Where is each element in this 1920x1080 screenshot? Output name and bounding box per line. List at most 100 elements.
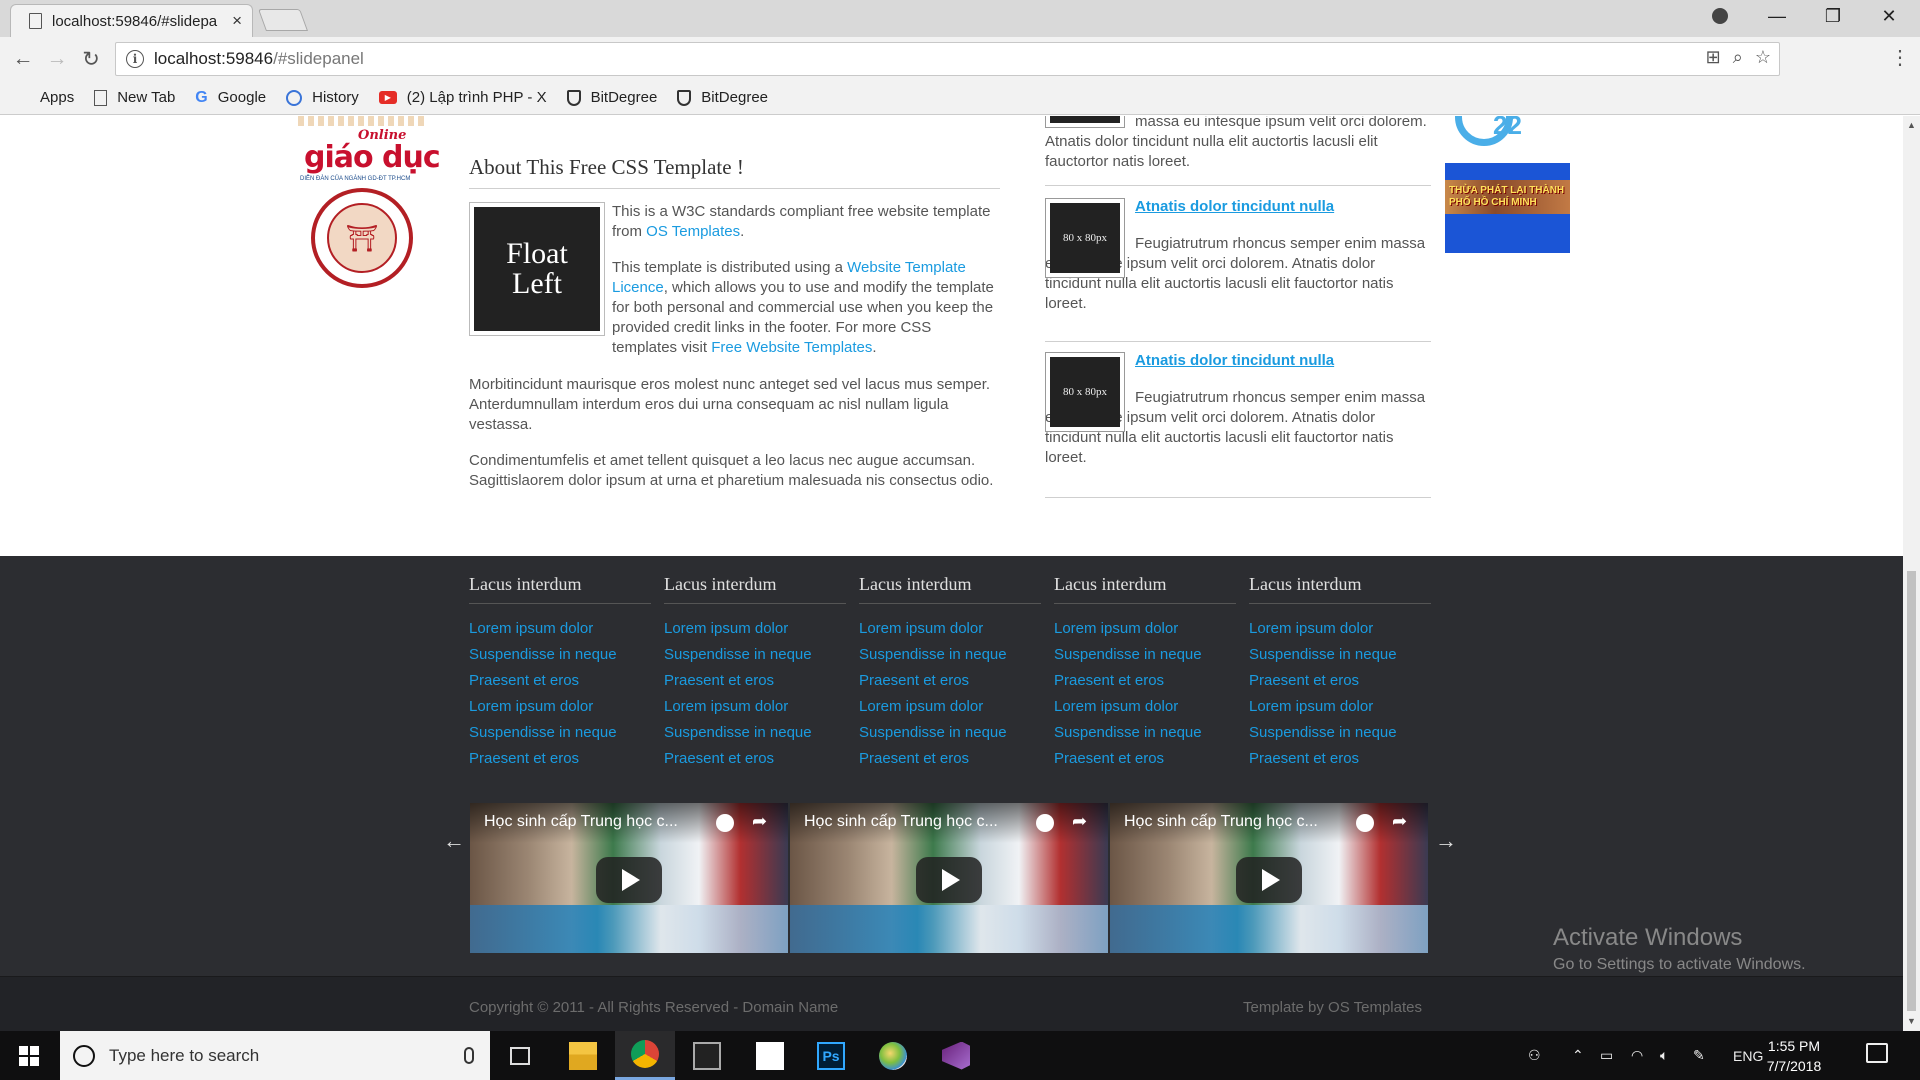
footer-link[interactable]: Praesent et eros	[664, 746, 846, 772]
bookmark-bitdegree-2[interactable]: BitDegree	[677, 89, 768, 106]
carousel-prev-arrow[interactable]: ←	[443, 828, 465, 854]
play-icon[interactable]	[916, 857, 982, 903]
scroll-down-icon[interactable]: ▼	[1907, 1016, 1916, 1026]
post-title-link[interactable]: Atnatis dolor tincidunt nulla	[1135, 198, 1334, 215]
task-view-button[interactable]	[490, 1031, 550, 1080]
footer-link[interactable]: Suspendisse in neque	[1054, 720, 1236, 746]
profile-icon[interactable]	[1692, 0, 1748, 32]
window-close-icon[interactable]: ✕	[1861, 0, 1917, 32]
journal-seal-logo[interactable]: ⛩	[311, 188, 413, 288]
footer-link[interactable]: Lorem ipsum dolor	[1249, 616, 1431, 642]
wifi-icon[interactable]: ◠	[1631, 1031, 1643, 1080]
post-thumbnail[interactable]: 80 x 80px	[1045, 352, 1125, 432]
tray-chevron-icon[interactable]: ⌃	[1572, 1031, 1584, 1080]
translate-icon[interactable]: ⊞	[1706, 47, 1721, 68]
paint-button[interactable]	[863, 1031, 923, 1080]
address-bar[interactable]: i localhost:59846 /#slidepanel ⊞ ⌕ ☆	[115, 42, 1780, 76]
footer-link[interactable]: Suspendisse in neque	[1249, 642, 1431, 668]
share-icon[interactable]: ➦	[752, 811, 767, 832]
footer-link[interactable]: Praesent et eros	[664, 668, 846, 694]
ad-banner[interactable]: THỪA PHÁT LẠI THÀNH PHỐ HỒ CHÍ MINH	[1445, 163, 1570, 253]
play-icon[interactable]	[596, 857, 662, 903]
video-title[interactable]: Học sinh cấp Trung học c...	[804, 813, 1024, 831]
watch-later-icon[interactable]	[1356, 814, 1374, 832]
footer-link[interactable]: Lorem ipsum dolor	[664, 616, 846, 642]
bookmark-youtube[interactable]: ▶ (2) Lập trình PHP - X	[378, 89, 547, 106]
footer-link[interactable]: Suspendisse in neque	[664, 642, 846, 668]
page-scrollbar[interactable]: ▲ ▼	[1903, 116, 1920, 1031]
bookmark-star-icon[interactable]: ☆	[1755, 47, 1771, 68]
footer-link[interactable]: Lorem ipsum dolor	[469, 694, 651, 720]
close-icon[interactable]: ×	[232, 11, 242, 31]
post-title-link[interactable]: Atnatis dolor tincidunt nulla	[1135, 352, 1334, 369]
footer-link[interactable]: Praesent et eros	[469, 668, 651, 694]
share-icon[interactable]: ➦	[1072, 811, 1087, 832]
bookmark-new-tab[interactable]: New Tab	[94, 89, 175, 106]
scroll-up-icon[interactable]: ▲	[1907, 120, 1916, 130]
footer-link[interactable]: Suspendisse in neque	[469, 720, 651, 746]
footer-link[interactable]: Praesent et eros	[859, 668, 1041, 694]
photoshop-button[interactable]: Ps	[801, 1031, 861, 1080]
post-thumbnail[interactable]: 80 x 80px	[1045, 198, 1125, 278]
bookmark-bitdegree-1[interactable]: BitDegree	[566, 89, 657, 106]
footer-link[interactable]: Suspendisse in neque	[1249, 720, 1431, 746]
bookmark-apps[interactable]: Apps	[14, 89, 74, 106]
footer-link[interactable]: Suspendisse in neque	[859, 642, 1041, 668]
forward-icon[interactable]: →	[42, 44, 72, 74]
footer-link[interactable]: Lorem ipsum dolor	[664, 694, 846, 720]
footer-link[interactable]: Lorem ipsum dolor	[469, 616, 651, 642]
browser-tab[interactable]: localhost:59846/#slidepa ×	[10, 4, 253, 37]
footer-link[interactable]: Suspendisse in neque	[859, 720, 1041, 746]
video-embed[interactable]: Học sinh cấp Trung học c... ➦	[790, 803, 1108, 953]
new-tab-button[interactable]	[257, 9, 309, 31]
taskbar-clock[interactable]: 1:55 PM 7/7/2018	[1755, 1036, 1833, 1076]
back-icon[interactable]: ←	[8, 44, 38, 74]
footer-link[interactable]: Praesent et eros	[1249, 668, 1431, 694]
battery-icon[interactable]: ▭	[1600, 1031, 1613, 1080]
footer-link[interactable]: Praesent et eros	[1054, 668, 1236, 694]
chrome-button[interactable]	[615, 1031, 675, 1080]
video-embed[interactable]: Học sinh cấp Trung học c... ➦	[470, 803, 788, 953]
footer-link[interactable]: Lorem ipsum dolor	[1249, 694, 1431, 720]
terminal-button[interactable]	[677, 1031, 737, 1080]
minimize-icon[interactable]: —	[1749, 0, 1805, 32]
footer-link[interactable]: Praesent et eros	[1249, 746, 1431, 772]
notification-icon[interactable]	[1866, 1043, 1888, 1063]
footer-link[interactable]: Lorem ipsum dolor	[1054, 694, 1236, 720]
video-title[interactable]: Học sinh cấp Trung học c...	[484, 813, 704, 831]
volume-icon[interactable]: 🔈︎	[1660, 1031, 1668, 1080]
free-templates-link[interactable]: Free Website Templates	[711, 339, 872, 356]
reload-icon[interactable]: ↻	[76, 44, 106, 74]
footer-link[interactable]: Lorem ipsum dolor	[859, 616, 1041, 642]
ad-top-logo[interactable]: 22	[1445, 116, 1535, 150]
microphone-icon[interactable]	[464, 1047, 474, 1064]
footer-link[interactable]: Praesent et eros	[859, 746, 1041, 772]
footer-link[interactable]: Suspendisse in neque	[664, 720, 846, 746]
people-icon[interactable]: ⚇	[1528, 1031, 1541, 1080]
os-templates-link[interactable]: OS Templates	[646, 223, 740, 240]
footer-link[interactable]: Praesent et eros	[469, 746, 651, 772]
notes-button[interactable]	[740, 1031, 800, 1080]
menu-icon[interactable]: ⋮	[1890, 45, 1910, 70]
share-icon[interactable]: ➦	[1392, 811, 1407, 832]
footer-link[interactable]: Suspendisse in neque	[469, 642, 651, 668]
watch-later-icon[interactable]	[1036, 814, 1054, 832]
footer-link[interactable]: Lorem ipsum dolor	[859, 694, 1041, 720]
restore-icon[interactable]: ❐	[1805, 0, 1861, 32]
zoom-icon[interactable]: ⌕	[1733, 47, 1743, 68]
play-icon[interactable]	[1236, 857, 1302, 903]
visual-studio-button[interactable]	[926, 1031, 986, 1080]
video-embed[interactable]: Học sinh cấp Trung học c... ➦	[1110, 803, 1428, 953]
footer-link[interactable]: Praesent et eros	[1054, 746, 1236, 772]
pen-icon[interactable]: ✎	[1693, 1031, 1705, 1080]
footer-link[interactable]: Lorem ipsum dolor	[1054, 616, 1236, 642]
footer-link[interactable]: Suspendisse in neque	[1054, 642, 1236, 668]
scrollbar-thumb[interactable]	[1907, 571, 1916, 1011]
bookmark-google[interactable]: G Google	[195, 89, 266, 107]
info-icon[interactable]: i	[126, 50, 144, 68]
video-title[interactable]: Học sinh cấp Trung học c...	[1124, 813, 1344, 831]
watch-later-icon[interactable]	[716, 814, 734, 832]
file-explorer-button[interactable]	[553, 1031, 613, 1080]
bookmark-history[interactable]: History	[286, 89, 359, 106]
carousel-next-arrow[interactable]: →	[1435, 828, 1457, 854]
